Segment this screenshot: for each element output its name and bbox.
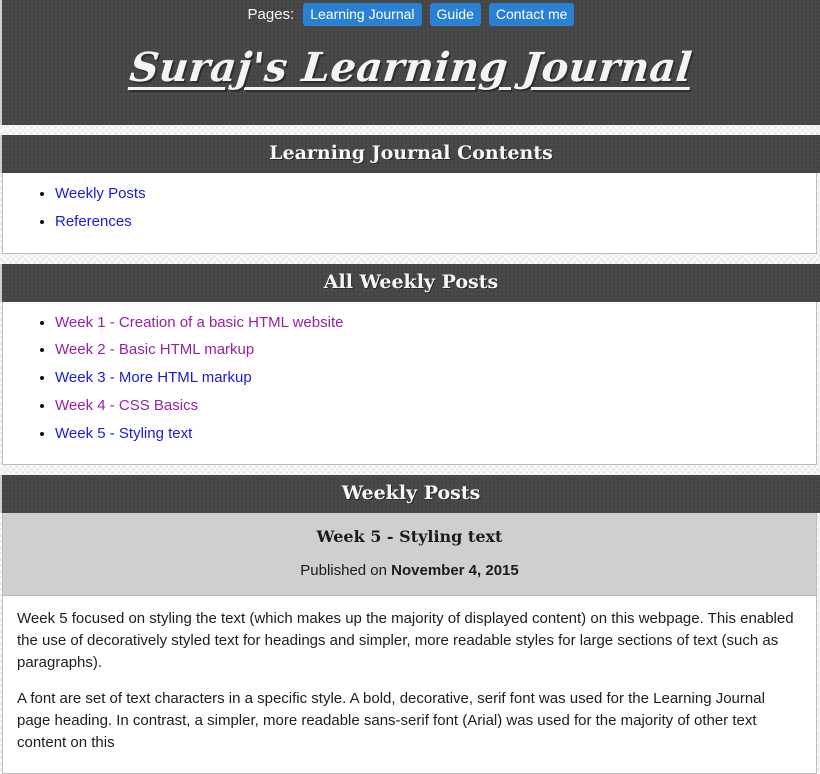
pages-nav: Pages: Learning Journal Guide Contact me bbox=[2, 0, 820, 28]
post-meta: Week 5 - Styling text Published on Novem… bbox=[2, 513, 817, 597]
site-title-container: Suraj's Learning Journal bbox=[2, 28, 820, 125]
contents-list: Weekly Posts References bbox=[3, 183, 816, 233]
list-item: References bbox=[55, 211, 816, 233]
list-item: Week 4 - CSS Basics bbox=[55, 395, 816, 417]
contents-link-references[interactable]: References bbox=[55, 213, 132, 230]
list-item: Weekly Posts bbox=[55, 183, 816, 205]
contents-link-weekly-posts[interactable]: Weekly Posts bbox=[55, 185, 146, 202]
weekly-posts-heading: Weekly Posts bbox=[0, 475, 820, 514]
list-item: Week 2 - Basic HTML markup bbox=[55, 339, 816, 361]
post-published-prefix: Published on bbox=[300, 562, 392, 580]
nav-link-contact-me[interactable]: Contact me bbox=[488, 2, 575, 26]
post-link-week-1[interactable]: Week 1 - Creation of a basic HTML websit… bbox=[55, 314, 343, 331]
all-weekly-posts-body: Week 1 - Creation of a basic HTML websit… bbox=[2, 301, 817, 466]
all-weekly-posts-section: All Weekly Posts Week 1 - Creation of a … bbox=[0, 263, 820, 466]
all-weekly-posts-list: Week 1 - Creation of a basic HTML websit… bbox=[3, 312, 816, 445]
all-weekly-posts-heading: All Weekly Posts bbox=[0, 263, 820, 302]
post-link-week-5[interactable]: Week 5 - Styling text bbox=[55, 425, 192, 442]
contents-section: Learning Journal Contents Weekly Posts R… bbox=[0, 135, 820, 254]
post-link-week-2[interactable]: Week 2 - Basic HTML markup bbox=[55, 341, 254, 358]
post-link-week-3[interactable]: Week 3 - More HTML markup bbox=[55, 369, 252, 386]
post-paragraph-1: Week 5 focused on styling the text (whic… bbox=[17, 610, 794, 672]
list-item: Week 3 - More HTML markup bbox=[55, 367, 816, 389]
page-root: Pages: Learning Journal Guide Contact me… bbox=[0, 0, 820, 774]
list-item: Week 5 - Styling text bbox=[55, 423, 816, 445]
contents-section-body: Weekly Posts References bbox=[2, 173, 817, 254]
site-title: Suraj's Learning Journal bbox=[127, 44, 695, 91]
post-paragraph-2: A font are set of text characters in a s… bbox=[17, 690, 765, 752]
weekly-posts-section: Weekly Posts Week 5 - Styling text Publi… bbox=[0, 475, 820, 774]
list-item: Week 1 - Creation of a basic HTML websit… bbox=[55, 312, 816, 334]
post-title: Week 5 - Styling text bbox=[316, 527, 503, 547]
pages-nav-label: Pages: bbox=[247, 5, 295, 23]
contents-section-heading: Learning Journal Contents bbox=[0, 135, 820, 173]
nav-link-learning-journal[interactable]: Learning Journal bbox=[303, 2, 422, 26]
post-link-week-4[interactable]: Week 4 - CSS Basics bbox=[55, 397, 198, 414]
post-published-date: November 4, 2015 bbox=[391, 562, 519, 580]
post-body: Week 5 focused on styling the text (whic… bbox=[2, 596, 817, 774]
nav-link-guide[interactable]: Guide bbox=[429, 2, 481, 26]
post-published-line: Published on November 4, 2015 bbox=[3, 562, 816, 579]
site-masthead: Pages: Learning Journal Guide Contact me… bbox=[0, 0, 820, 125]
